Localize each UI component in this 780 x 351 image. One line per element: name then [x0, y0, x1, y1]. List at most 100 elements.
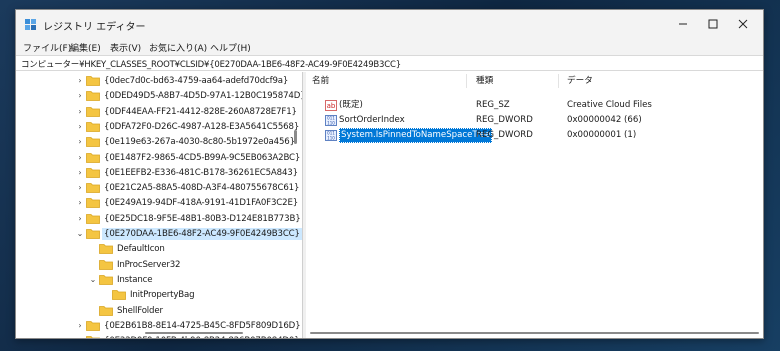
value-row[interactable]: 011 110 System.IsPinnedToNameSpaceTree REG_…: [306, 128, 763, 143]
dword-value-icon: 011110: [325, 130, 337, 141]
chevron-right-icon[interactable]: ›: [75, 320, 85, 332]
minimize-button[interactable]: [668, 10, 698, 38]
tree-item[interactable]: › {0E1EEFB2-E336-481C-B178-36261EC5A843}: [17, 166, 302, 180]
dword-value-icon: 011110: [325, 115, 337, 126]
chevron-down-icon[interactable]: ⌄: [88, 274, 98, 286]
tree-item[interactable]: ⌄ Instance: [17, 273, 302, 287]
value-name: SortOrderIndex: [339, 115, 405, 125]
tree-item[interactable]: › {0E249A19-94DF-418A-9191-41D1FA0F3C2E}: [17, 196, 302, 210]
tree-item-label: {0E1EEFB2-E336-481C-B178-36261EC5A843}: [104, 167, 298, 178]
tree-item[interactable]: InitPropertyBag: [17, 288, 302, 302]
close-icon: [738, 19, 748, 29]
menu-file[interactable]: ファイル(F): [23, 41, 71, 54]
folder-icon: [86, 106, 100, 117]
folder-icon: [86, 121, 100, 132]
chevron-right-icon[interactable]: ›: [75, 75, 85, 87]
folder-icon: [86, 213, 100, 224]
tree-item[interactable]: › {0dec7d0c-bd63-4759-aa64-adefd70dcf9a}: [17, 74, 302, 88]
tree-item[interactable]: › {0E21C2A5-88A5-408D-A3F4-480755678C61}: [17, 181, 302, 195]
chevron-right-icon[interactable]: ›: [75, 167, 85, 179]
tree-item-label: {0dec7d0c-bd63-4759-aa64-adefd70dcf9a}: [104, 76, 289, 86]
tree-item-label: {0DED49D5-A8B7-4D5D-97A1-12B0C195874D}: [104, 91, 302, 102]
tree-item-label: {0E249A19-94DF-418A-9191-41D1FA0F3C2E}: [104, 198, 299, 209]
value-row[interactable]: 011 110 SortOrderIndex REG_DWORD 0x00000042 …: [306, 113, 763, 128]
chevron-down-icon[interactable]: ⌄: [75, 228, 85, 240]
tree-item-label: {0E2B61B8-8E14-4725-B45C-8FD5F809D16D}: [104, 320, 301, 331]
folder-icon: [86, 320, 100, 331]
column-divider[interactable]: [466, 74, 467, 88]
folder-icon: [86, 229, 100, 239]
value-name: (既定): [339, 100, 363, 110]
folder-icon: [86, 183, 100, 193]
tree-item[interactable]: › {0DFA72F0-D26C-4987-A128-E3A5641C5568}: [17, 120, 302, 134]
tree-item-label: {0DFA72F0-D26C-4987-A128-E3A5641C5568}: [104, 121, 300, 132]
folder-icon: [99, 244, 113, 255]
chevron-right-icon[interactable]: ›: [75, 90, 85, 102]
value-type: REG_DWORD: [476, 130, 533, 140]
chevron-right-icon[interactable]: ›: [75, 136, 85, 148]
tree-item[interactable]: › {0E1487F2-9865-4CD5-B99A-9C5EB063A2BC}: [17, 151, 302, 165]
value-list-horizontal-scrollbar[interactable]: [310, 332, 759, 334]
address-bar[interactable]: コンピューター¥HKEY_CLASSES_ROOT¥CLSID¥{0E270DA…: [16, 55, 763, 71]
tree-item-label: InitPropertyBag: [130, 290, 195, 301]
menu-help[interactable]: ヘルプ(H): [210, 41, 251, 54]
tree-item[interactable]: InProcServer32: [17, 258, 302, 272]
menu-bar: ファイル(F) 編集(E) 表示(V) お気に入り(A) ヘルプ(H): [16, 38, 763, 55]
title-bar[interactable]: レジストリ エディター: [16, 10, 763, 38]
folder-icon: [112, 290, 126, 301]
column-header-name[interactable]: 名前: [312, 72, 329, 90]
tree-item-label: InProcServer32: [117, 259, 181, 270]
value-data: 0x00000001 (1): [567, 130, 637, 140]
tree-item[interactable]: › {0e119e63-267a-4030-8c80-5b1972e0a456}: [17, 135, 302, 149]
column-divider[interactable]: [558, 74, 559, 88]
chevron-right-icon[interactable]: ›: [75, 152, 85, 164]
folder-icon: [99, 274, 113, 285]
tree-item-label: {0DF44EAA-FF21-4412-828E-260A8728E7F1}: [104, 106, 297, 117]
tree-vertical-scrollbar[interactable]: [294, 130, 297, 144]
value-data: Creative Cloud Files: [567, 100, 652, 110]
key-tree-pane[interactable]: › {0dec7d0c-bd63-4759-aa64-adefd70dcf9a} ›…: [17, 72, 302, 338]
folder-icon: [99, 305, 113, 316]
menu-favorites[interactable]: お気に入り(A): [149, 41, 207, 54]
tree-item-label: {0E32D9F9-10FB-4b90-8B24-826B07B084D0}: [102, 335, 302, 338]
column-header-type[interactable]: 種類: [476, 72, 493, 90]
tree-item-label: {0E1487F2-9865-4CD5-B99A-9C5EB063A2BC}: [104, 152, 301, 163]
folder-icon: [86, 336, 100, 338]
tree-horizontal-scrollbar[interactable]: [145, 332, 243, 334]
folder-icon: [86, 167, 100, 178]
chevron-right-icon[interactable]: ›: [75, 106, 85, 118]
maximize-icon: [708, 19, 718, 29]
tree-item-label: {0E270DAA-1BE6-48F2-AC49-9F0E4249B3CC}: [102, 228, 302, 240]
tree-item[interactable]: › {0E32D9F9-10FB-4b90-8B24-826B07B084D0}: [17, 334, 302, 338]
value-row[interactable]: ab (既定) REG_SZ Creative Cloud Files: [306, 98, 763, 113]
column-header-data[interactable]: データ: [567, 72, 593, 90]
folder-icon: [86, 91, 100, 102]
tree-item[interactable]: › {0E25DC18-9F5E-48B1-80B3-D124E81B773B}: [17, 212, 302, 226]
window-title: レジストリ エディター: [43, 22, 146, 33]
tree-item[interactable]: ⌄ {0E270DAA-1BE6-48F2-AC49-9F0E4249B3CC}: [17, 227, 302, 241]
chevron-right-icon[interactable]: ›: [75, 121, 85, 133]
chevron-right-icon[interactable]: ›: [75, 182, 85, 194]
folder-icon: [86, 152, 100, 163]
address-path[interactable]: コンピューター¥HKEY_CLASSES_ROOT¥CLSID¥{0E270DA…: [21, 58, 401, 70]
menu-edit[interactable]: 編集(E): [70, 41, 101, 54]
value-list-pane[interactable]: 名前 種類 データ ab (既定) REG_SZ Creative Cloud Fil…: [306, 72, 763, 338]
menu-view[interactable]: 表示(V): [110, 41, 141, 54]
tree-item[interactable]: › {0DF44EAA-FF21-4412-828E-260A8728E7F1}: [17, 105, 302, 119]
tree-item-label: {0E21C2A5-88A5-408D-A3F4-480755678C61}: [104, 183, 300, 194]
registry-editor-app-icon: [25, 19, 36, 30]
chevron-right-icon[interactable]: ›: [75, 197, 85, 209]
svg-text:110: 110: [327, 135, 335, 140]
folder-icon: [86, 76, 100, 86]
tree-item[interactable]: DefaultIcon: [17, 242, 302, 256]
svg-text:110: 110: [327, 120, 335, 125]
tree-item[interactable]: ShellFolder: [17, 304, 302, 318]
chevron-right-icon[interactable]: ›: [75, 335, 85, 338]
tree-item[interactable]: › {0DED49D5-A8B7-4D5D-97A1-12B0C195874D}: [17, 89, 302, 103]
maximize-button[interactable]: [698, 10, 728, 38]
tree-item[interactable]: › {0E2B61B8-8E14-4725-B45C-8FD5F809D16D}: [17, 319, 302, 333]
chevron-right-icon[interactable]: ›: [75, 213, 85, 225]
tree-item-label: Instance: [117, 274, 153, 285]
folder-icon: [99, 259, 113, 270]
close-button[interactable]: [728, 10, 758, 38]
